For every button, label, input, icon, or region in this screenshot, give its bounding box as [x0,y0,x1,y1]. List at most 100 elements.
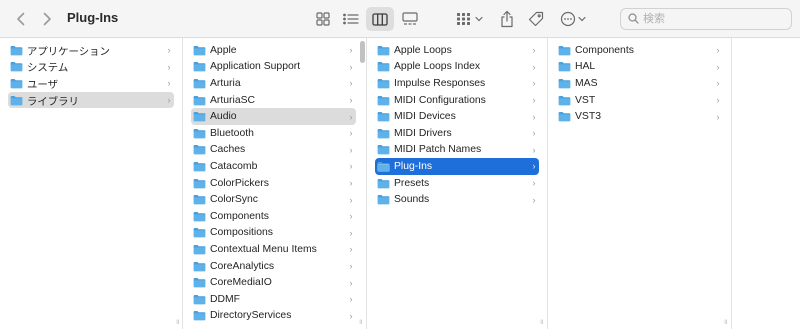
folder-icon [377,112,390,122]
folder-icon [377,78,390,89]
folder-row[interactable]: VST3 › [556,108,723,125]
folder-label: Components [575,44,634,56]
folder-row[interactable]: Contextual Menu Items › [191,241,356,258]
tag-icon[interactable] [525,7,547,31]
folder-row[interactable]: ColorSync › [191,191,356,208]
folder-row[interactable]: MIDI Patch Names › [375,142,539,159]
column-library[interactable]: Apple › Application Support › Arturia › Arturi… [183,38,367,329]
list-icon[interactable] [339,7,363,31]
chevron-right-icon: › [532,111,536,122]
folder-icon [377,178,390,188]
folder-icon [193,178,206,188]
chevron-right-icon: › [349,111,353,122]
folder-row[interactable]: CoreAnalytics › [191,258,356,275]
folder-icon [193,244,206,255]
folder-row[interactable]: Apple › [191,42,356,59]
folder-label: Apple Loops Index [394,61,481,73]
folder-row[interactable]: システム › [8,59,174,76]
folder-row[interactable]: Presets › [375,175,539,192]
folder-label: Compositions [210,227,273,239]
folder-row[interactable]: Audio › [191,108,356,125]
column-resize-handle[interactable]: ıı [724,317,728,326]
column-locations[interactable]: アプリケーション › システム › ユーザ › ライブラリ › ıı [0,38,183,329]
folder-label: Caches [210,144,246,156]
folder-icon [558,112,571,122]
chevron-right-icon: › [532,78,536,89]
folder-row[interactable]: Apple Loops Index › [375,59,539,76]
ellipsis-icon[interactable] [559,7,589,31]
folder-label: Apple Loops [394,44,452,56]
folder-row[interactable]: アプリケーション › [8,42,174,59]
share-icon[interactable] [497,7,517,31]
folder-row[interactable]: Plug-Ins › [375,158,539,175]
toolbar: Plug-Ins [0,0,800,38]
folder-icon [558,95,571,105]
chevron-right-icon[interactable] [36,7,58,31]
folder-icon [193,211,206,222]
folder-row[interactable]: DDMF › [191,291,356,308]
chevron-right-icon: › [532,161,536,172]
columns-icon[interactable] [366,7,394,31]
search-input[interactable] [643,11,783,27]
window-title: Plug-Ins [67,10,119,25]
column-resize-handle[interactable]: ıı [176,317,180,326]
chevron-left-icon[interactable] [10,7,32,31]
folder-icon [10,78,23,89]
folder-icon [558,78,571,89]
folder-row[interactable]: Impulse Responses › [375,75,539,92]
folder-row[interactable]: ColorPickers › [191,175,356,192]
folder-row[interactable]: HAL › [556,59,723,76]
folder-icon [377,195,390,205]
folder-row[interactable]: Application Support › [191,59,356,76]
folder-row[interactable]: MAS › [556,75,723,92]
folder-row[interactable]: ユーザ › [8,75,174,92]
folder-label: アプリケーション [27,46,110,58]
search-field[interactable] [620,8,792,30]
chevron-right-icon: › [349,227,353,238]
chevron-right-icon: › [349,178,353,189]
folder-row[interactable]: Bluetooth › [191,125,356,142]
folder-label: MIDI Configurations [394,94,486,106]
folder-row[interactable]: ArturiaSC › [191,92,356,109]
folder-label: DDMF [210,293,241,305]
chevron-right-icon: › [532,45,536,56]
folder-row[interactable]: CoreMediaIO › [191,274,356,291]
folder-row[interactable]: Caches › [191,142,356,159]
chevron-right-icon: › [349,45,353,56]
chevron-right-icon: › [532,144,536,155]
folder-label: MIDI Devices [394,111,456,123]
folder-row[interactable]: Components › [191,208,356,225]
folder-row[interactable]: Components › [556,42,723,59]
scrollbar-thumb[interactable] [360,41,365,63]
column-audio[interactable]: Apple Loops › Apple Loops Index › Impulse Re… [367,38,548,329]
folder-row[interactable]: MIDI Drivers › [375,125,539,142]
chevron-right-icon: › [532,178,536,189]
column-plugins[interactable]: Components › HAL › MAS › VST › VST3 › ıı [548,38,732,329]
folder-row[interactable]: Sounds › [375,191,539,208]
folder-row[interactable]: Catacomb › [191,158,356,175]
group-grid-icon[interactable] [455,7,487,31]
finder-window: Plug-Ins アプリケーション›シ [0,0,800,329]
grid-icon[interactable] [311,7,335,31]
folder-label: Plug-Ins [394,160,433,172]
folder-row[interactable]: MIDI Devices › [375,108,539,125]
column-resize-handle[interactable]: ıı [540,317,544,326]
folder-row[interactable]: ライブラリ › [8,91,174,109]
folder-row[interactable]: Compositions › [191,225,356,242]
folder-label: ユーザ [27,79,58,91]
chevron-right-icon: › [716,111,720,122]
gallery-icon[interactable] [398,7,422,31]
column-resize-handle[interactable]: ıı [359,317,363,326]
chevron-right-icon: › [716,78,720,89]
folder-row[interactable]: DirectoryServices › [191,308,356,325]
folder-label: Sounds [394,194,430,206]
folder-label: Bluetooth [210,127,254,139]
folder-row[interactable]: MIDI Configurations › [375,92,539,109]
folder-row[interactable]: Arturia › [191,75,356,92]
folder-row[interactable]: VST › [556,92,723,109]
folder-label: Audio [210,111,237,123]
folder-label: DirectoryServices [210,310,292,322]
chevron-right-icon: › [349,244,353,255]
chevron-right-icon: › [349,144,353,155]
folder-row[interactable]: Apple Loops › [375,42,539,59]
